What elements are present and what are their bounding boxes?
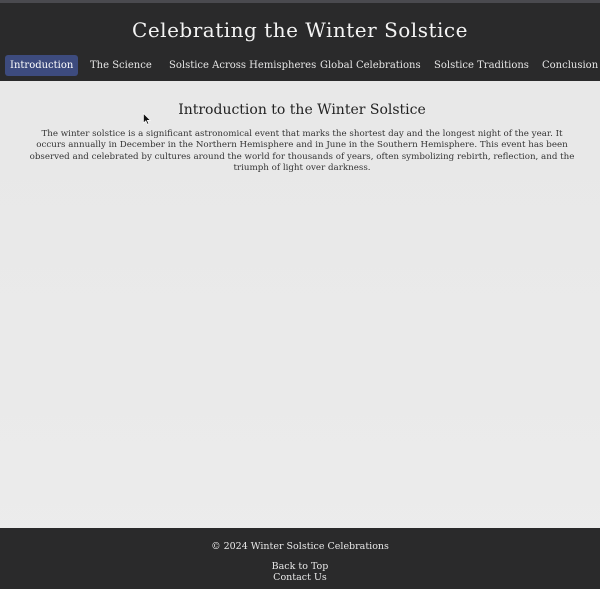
nav-item-the-science[interactable]: The Science [90,55,152,76]
main-nav: Introduction The Science Solstice Across… [0,55,600,76]
contact-us-link[interactable]: Contact Us [273,572,327,583]
site-header: Celebrating the Winter Solstice Introduc… [0,0,600,81]
section-title: Introduction to the Winter Solstice [178,102,426,118]
main-content: Introduction to the Winter Solstice The … [0,81,600,528]
site-footer: © 2024 Winter Solstice Celebrations Back… [0,528,600,589]
intro-paragraph: The winter solstice is a significant ast… [29,129,575,174]
back-to-top-link-row: Back to Top [0,561,600,572]
nav-item-global-celebrations[interactable]: Global Celebrations [320,55,421,76]
nav-item-introduction[interactable]: Introduction [5,55,79,76]
contact-us-link-row: Contact Us [0,572,600,583]
back-to-top-link[interactable]: Back to Top [272,561,329,572]
nav-item-solstice-across-hemispheres[interactable]: Solstice Across Hemispheres [169,55,316,76]
mouse-cursor-icon [143,113,151,125]
copyright-text: © 2024 Winter Solstice Celebrations [211,541,389,552]
nav-item-conclusion[interactable]: Conclusion [542,55,598,76]
site-title: Celebrating the Winter Solstice [132,18,468,42]
nav-item-solstice-traditions[interactable]: Solstice Traditions [434,55,529,76]
